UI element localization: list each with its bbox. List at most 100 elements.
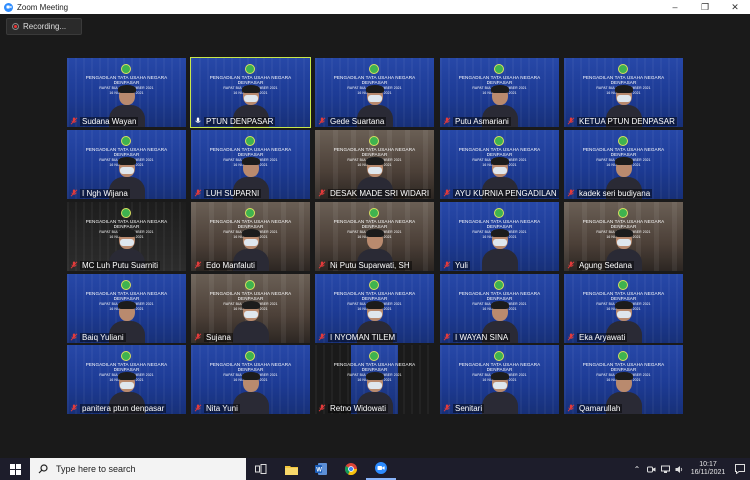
file-explorer-icon[interactable] bbox=[276, 458, 306, 480]
person-hair bbox=[242, 157, 260, 165]
participant-tile[interactable]: PENGADILAN TATA USAHA NEGARA DENPASAR RAP… bbox=[440, 58, 559, 127]
participant-tile[interactable]: PENGADILAN TATA USAHA NEGARA DENPASAR RAP… bbox=[67, 58, 186, 127]
participant-namebar: PTUN DENPASAR bbox=[191, 115, 310, 127]
face-mask bbox=[120, 239, 134, 246]
chevron-up-icon[interactable]: ⌃ bbox=[630, 458, 644, 480]
search-placeholder: Type here to search bbox=[56, 464, 136, 474]
participant-tile[interactable]: PENGADILAN TATA USAHA NEGARA DENPASAR RAP… bbox=[564, 202, 683, 271]
court-logo-icon bbox=[245, 280, 255, 290]
participant-tile[interactable]: PENGADILAN TATA USAHA NEGARA DENPASAR RAP… bbox=[315, 58, 434, 127]
participant-tile[interactable]: PENGADILAN TATA USAHA NEGARA DENPASAR RAP… bbox=[67, 202, 186, 271]
participant-name: Senitari bbox=[453, 403, 485, 413]
participant-name: Nita Yuni bbox=[204, 403, 240, 413]
participant-tile[interactable]: PENGADILAN TATA USAHA NEGARA DENPASAR RAP… bbox=[315, 345, 434, 414]
participant-name: I WAYAN SINA bbox=[453, 332, 511, 342]
participant-name: Qamarullah bbox=[577, 403, 623, 413]
person-hair bbox=[242, 229, 260, 237]
participant-tile[interactable]: PENGADILAN TATA USAHA NEGARA DENPASAR RAP… bbox=[564, 58, 683, 127]
zoom-taskbar-icon[interactable] bbox=[366, 458, 396, 480]
court-logo-icon bbox=[618, 208, 628, 218]
face-mask bbox=[368, 311, 382, 318]
minimize-button[interactable]: – bbox=[660, 0, 690, 14]
chrome-icon[interactable] bbox=[336, 458, 366, 480]
meet-now-icon[interactable] bbox=[644, 458, 658, 480]
participant-namebar: I NYOMAN TILEM bbox=[315, 331, 434, 343]
court-logo-icon bbox=[369, 280, 379, 290]
participant-tile[interactable]: PENGADILAN TATA USAHA NEGARA DENPASAR RAP… bbox=[67, 345, 186, 414]
participant-tile[interactable]: PENGADILAN TATA USAHA NEGARA DENPASAR RAP… bbox=[315, 130, 434, 199]
participant-tile[interactable]: PENGADILAN TATA USAHA NEGARA DENPASAR RAP… bbox=[440, 202, 559, 271]
participant-name: Agung Sedana bbox=[577, 260, 634, 270]
participant-tile[interactable]: PENGADILAN TATA USAHA NEGARA DENPASAR RAP… bbox=[67, 130, 186, 199]
participant-tile[interactable]: PENGADILAN TATA USAHA NEGARA DENPASAR RAP… bbox=[190, 57, 311, 128]
face-mask bbox=[493, 382, 507, 389]
participant-name: Baiq Yuliani bbox=[80, 332, 126, 342]
participant-name: Eka Aryawati bbox=[577, 332, 628, 342]
court-logo-icon bbox=[121, 136, 131, 146]
court-logo-icon bbox=[245, 351, 255, 361]
person-hair bbox=[366, 372, 384, 380]
participant-tile[interactable]: PENGADILAN TATA USAHA NEGARA DENPASAR RAP… bbox=[440, 345, 559, 414]
taskbar-clock[interactable]: 10:17 16/11/2021 bbox=[686, 461, 730, 477]
muted-mic-icon bbox=[567, 261, 575, 269]
participant-namebar: LUH SUPARNI bbox=[191, 187, 310, 199]
court-logo-icon bbox=[369, 351, 379, 361]
face-mask bbox=[493, 167, 507, 174]
participant-name: I Ngh Wijana bbox=[80, 188, 130, 198]
participant-name: AYU KURNIA PENGADILAN bbox=[453, 188, 559, 198]
participant-tile[interactable]: PENGADILAN TATA USAHA NEGARA DENPASAR RAP… bbox=[67, 274, 186, 343]
person-hair bbox=[615, 372, 633, 380]
taskbar-search-box[interactable]: Type here to search bbox=[30, 458, 246, 480]
participant-name: kadek seri budiyana bbox=[577, 188, 653, 198]
clock-date: 16/11/2021 bbox=[690, 469, 726, 476]
volume-icon[interactable] bbox=[672, 458, 686, 480]
participant-namebar: Yuli bbox=[440, 259, 559, 271]
participant-namebar: Putu Asmariani bbox=[440, 115, 559, 127]
participant-namebar: MC Luh Putu Suarniti bbox=[67, 259, 186, 271]
person-hair bbox=[491, 157, 509, 165]
system-tray: ⌃ 10:17 16/11/2021 bbox=[630, 458, 750, 480]
participant-tile[interactable]: PENGADILAN TATA USAHA NEGARA DENPASAR RAP… bbox=[440, 130, 559, 199]
person-hair bbox=[615, 85, 633, 93]
participant-name: Sudana Wayan bbox=[80, 116, 139, 126]
word-icon[interactable]: W bbox=[306, 458, 336, 480]
face-mask bbox=[617, 95, 631, 102]
close-button[interactable]: ✕ bbox=[720, 0, 750, 14]
windows-start-icon[interactable] bbox=[0, 458, 30, 480]
muted-mic-icon bbox=[443, 261, 451, 269]
participant-namebar: Baiq Yuliani bbox=[67, 331, 186, 343]
participant-tile[interactable]: PENGADILAN TATA USAHA NEGARA DENPASAR RAP… bbox=[440, 274, 559, 343]
notification-icon[interactable] bbox=[730, 458, 750, 480]
participant-tile[interactable]: PENGADILAN TATA USAHA NEGARA DENPASAR RAP… bbox=[191, 274, 310, 343]
window-title: Zoom Meeting bbox=[17, 2, 69, 12]
recording-label: Recording... bbox=[23, 22, 67, 31]
participant-tile[interactable]: PENGADILAN TATA USAHA NEGARA DENPASAR RAP… bbox=[564, 130, 683, 199]
person-hair bbox=[491, 301, 509, 309]
participant-name: I NYOMAN TILEM bbox=[328, 332, 398, 342]
participant-tile[interactable]: PENGADILAN TATA USAHA NEGARA DENPASAR RAP… bbox=[315, 202, 434, 271]
participant-tile[interactable]: PENGADILAN TATA USAHA NEGARA DENPASAR RAP… bbox=[191, 345, 310, 414]
participant-tile[interactable]: PENGADILAN TATA USAHA NEGARA DENPASAR RAP… bbox=[564, 345, 683, 414]
muted-mic-icon bbox=[567, 189, 575, 197]
face-mask bbox=[244, 311, 258, 318]
participant-name: DESAK MADE SRI WIDARI bbox=[328, 188, 432, 198]
participant-namebar: kadek seri budiyana bbox=[564, 187, 683, 199]
muted-mic-icon bbox=[318, 333, 326, 341]
search-icon bbox=[38, 464, 48, 474]
court-logo-icon bbox=[369, 208, 379, 218]
recording-indicator[interactable]: Recording... bbox=[6, 18, 82, 35]
participant-tile[interactable]: PENGADILAN TATA USAHA NEGARA DENPASAR RAP… bbox=[191, 130, 310, 199]
windows-taskbar: Type here to search W ⌃ 10:17 16/11/2021 bbox=[0, 458, 750, 480]
participant-tile[interactable]: PENGADILAN TATA USAHA NEGARA DENPASAR RAP… bbox=[191, 202, 310, 271]
participant-name: Sujana bbox=[204, 332, 233, 342]
court-logo-icon bbox=[494, 136, 504, 146]
participant-namebar: Sudana Wayan bbox=[67, 115, 186, 127]
network-icon[interactable] bbox=[658, 458, 672, 480]
participant-tile[interactable]: PENGADILAN TATA USAHA NEGARA DENPASAR RAP… bbox=[315, 274, 434, 343]
face-mask bbox=[493, 239, 507, 246]
participant-namebar: KETUA PTUN DENPASAR bbox=[564, 115, 683, 127]
court-logo-icon bbox=[618, 64, 628, 74]
task-view-icon[interactable] bbox=[246, 458, 276, 480]
maximize-button[interactable]: ❐ bbox=[690, 0, 720, 14]
participant-tile[interactable]: PENGADILAN TATA USAHA NEGARA DENPASAR RAP… bbox=[564, 274, 683, 343]
